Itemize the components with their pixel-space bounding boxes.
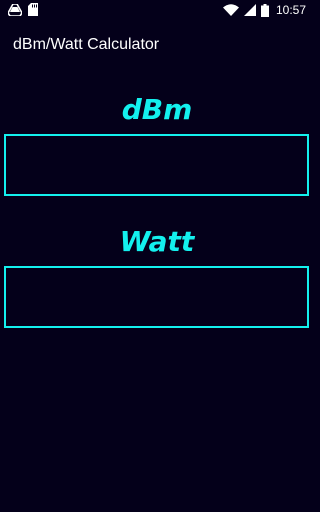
battery-icon (260, 3, 269, 17)
status-time: 10:57 (275, 3, 306, 17)
dbm-input[interactable] (4, 134, 309, 196)
watt-input[interactable] (4, 266, 309, 328)
sd-card-icon (28, 3, 38, 16)
signal-icon (243, 4, 256, 16)
drive-icon (8, 3, 22, 16)
watt-label: Watt (119, 225, 195, 258)
notification-icons (8, 3, 38, 16)
wifi-icon (222, 4, 239, 16)
system-icons: 10:57 (222, 2, 306, 18)
status-bar: 10:57 (0, 0, 314, 20)
dbm-label: dBm (121, 93, 193, 126)
app-title: dBm/Watt Calculator (13, 36, 160, 53)
